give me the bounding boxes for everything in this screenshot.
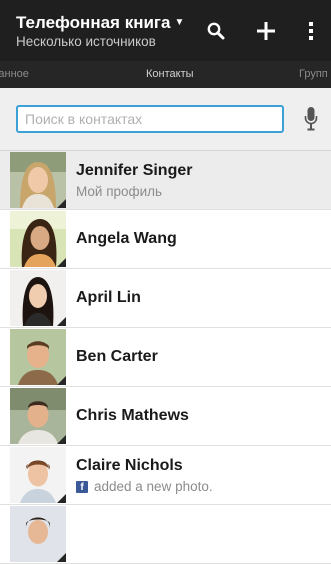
- dropdown-caret-icon: ▼: [174, 17, 185, 28]
- search-icon: [207, 22, 225, 39]
- contact-subtitle: Мой профиль: [76, 184, 162, 199]
- contact-row[interactable]: Jennifer Singer Мой профиль: [0, 151, 331, 210]
- add-contact-button[interactable]: [241, 0, 291, 61]
- app-title-row[interactable]: Телефонная книга ▼: [16, 12, 184, 33]
- avatar: [10, 447, 66, 503]
- voice-search-button[interactable]: [300, 106, 322, 132]
- overflow-menu-button[interactable]: [291, 0, 331, 61]
- overflow-menu-icon: [309, 21, 313, 40]
- contact-row[interactable]: Claire Nichols f added a new photo.: [0, 446, 331, 505]
- avatar: [10, 506, 66, 562]
- contact-row[interactable]: April Lin: [0, 269, 331, 328]
- contact-subtitle-text: Мой профиль: [76, 184, 163, 199]
- avatar: [10, 152, 66, 208]
- contact-name: Ben Carter: [76, 348, 158, 365]
- tab-groups[interactable]: Групп: [299, 68, 328, 80]
- contact-name: Angela Wang: [76, 230, 177, 247]
- microphone-icon: [304, 107, 318, 131]
- contact-subtitle: f added a new photo.: [76, 479, 213, 494]
- contact-row[interactable]: [0, 505, 331, 564]
- tab-contacts[interactable]: Контакты: [146, 68, 194, 80]
- contact-name: April Lin: [76, 289, 141, 306]
- avatar: [10, 329, 66, 385]
- contact-subtitle-text: added a new photo.: [94, 479, 213, 494]
- facebook-icon: f: [76, 480, 88, 493]
- contact-name: Jennifer Singer: [76, 162, 193, 179]
- avatar: [10, 388, 66, 444]
- contact-list: Jennifer Singer Мой профиль Angela Wang: [0, 151, 331, 564]
- avatar: [10, 211, 66, 267]
- add-icon: [257, 21, 275, 40]
- contact-row[interactable]: Angela Wang: [0, 210, 331, 269]
- contact-row[interactable]: Chris Mathews: [0, 387, 331, 446]
- app-title: Телефонная книга: [16, 12, 171, 32]
- title-block[interactable]: Телефонная книга ▼ Несколько источников: [16, 12, 184, 50]
- avatar: [10, 270, 66, 326]
- contact-row[interactable]: Ben Carter: [0, 328, 331, 387]
- app-bar: Телефонная книга ▼ Несколько источников: [0, 0, 331, 61]
- toolbar-actions: [191, 0, 331, 61]
- contact-name: Claire Nichols: [76, 457, 183, 474]
- tab-favorites[interactable]: бранное: [0, 68, 29, 80]
- search-button[interactable]: [191, 0, 241, 61]
- app-subtitle: Несколько источников: [16, 34, 156, 49]
- tab-bar: бранное Контакты Групп: [0, 61, 331, 88]
- search-bar: [0, 88, 331, 151]
- search-input[interactable]: [16, 105, 284, 133]
- contact-name: Chris Mathews: [76, 407, 189, 424]
